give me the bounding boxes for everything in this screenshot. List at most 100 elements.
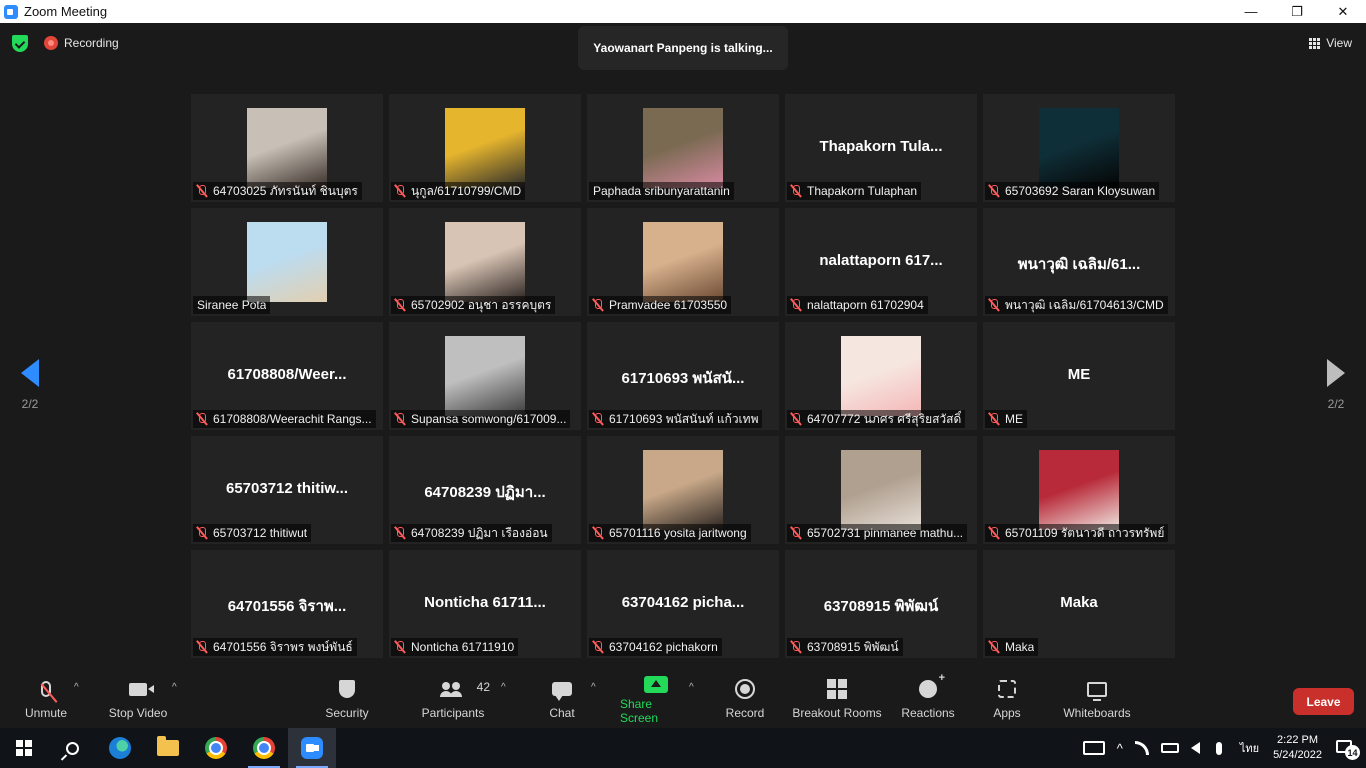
share-options-chevron-icon[interactable]: ^ [689,682,694,693]
microphone-tray-icon[interactable] [1215,741,1222,755]
participants-options-chevron-icon[interactable]: ^ [501,682,506,693]
participant-name: 64708239 ปฏิมา เรืองอ่อน [411,525,548,540]
participant-name-label: nalattaporn 61702904 [787,296,928,314]
participant-tile[interactable]: นุกูล/61710799/CMD [389,94,581,202]
participant-tile[interactable]: ME ME [983,322,1175,430]
participant-display-name: nalattaporn 617... [819,252,943,269]
share-screen-arrow-icon [644,676,668,693]
taskbar-file-explorer[interactable] [144,728,192,768]
record-button[interactable]: Record [724,676,766,724]
participant-tile[interactable]: 65703692 Saran Kloysuwan [983,94,1175,202]
chat-button[interactable]: Chat [546,676,578,724]
windows-taskbar: ^ ไทย 2:22 PM 5/24/2022 14 [0,728,1366,768]
participant-tile[interactable]: 64701556 จิราพ... 64701556 จิราพร พงษ์พัน… [191,550,383,658]
participant-tile[interactable]: Nonticha 61711... Nonticha 61711910 [389,550,581,658]
participant-tile[interactable]: 64703025 ภัทรนันท์ ชินบุตร [191,94,383,202]
participant-tile[interactable]: nalattaporn 617... nalattaporn 61702904 [785,208,977,316]
participant-tile[interactable]: พนาวุฒิ เฉลิม/61... พนาวุฒิ เฉลิม/6170461… [983,208,1175,316]
show-hidden-icons-chevron-icon[interactable]: ^ [1117,741,1123,756]
participants-count: 42 [476,680,490,694]
participant-name: 65701116 yosita jaritwong [609,526,747,540]
arrow-right-icon [1327,359,1345,387]
participant-tile[interactable]: 64707772 นภศร ศรีสุริยสวัสดิ์ [785,322,977,430]
stop-video-button[interactable]: Stop Video [106,676,170,724]
participant-name-label: พนาวุฒิ เฉลิม/61704613/CMD [985,296,1168,314]
taskbar-edge[interactable] [96,728,144,768]
participants-button[interactable]: 42 Participants [420,676,490,724]
participant-tile[interactable]: 63708915 พิพัฒน์ 63708915 พิพัฒน์ [785,550,977,658]
reactions-button[interactable]: Reactions [901,672,955,724]
participant-tile[interactable]: Paphada sribunyarattanin [587,94,779,202]
participant-tile[interactable]: 65701116 yosita jaritwong [587,436,779,544]
participant-name: Maka [1005,640,1035,654]
participant-name: 63708915 พิพัฒน์ [807,639,899,654]
participant-name-label: 61708808/Weerachit Rangs... [193,410,376,428]
share-screen-button[interactable]: Share Screen [620,676,692,725]
keyboard-icon[interactable] [1082,741,1105,755]
battery-icon[interactable] [1160,743,1179,753]
participants-label: Participants [421,706,485,720]
speaker-icon[interactable] [1190,742,1200,754]
muted-microphone-icon [195,412,209,426]
whiteboard-icon [1087,681,1107,701]
clock-date: 5/24/2022 [1273,749,1322,761]
participant-tile[interactable]: 61708808/Weer... 61708808/Weerachit Rangs… [191,322,383,430]
participant-tile[interactable]: 64708239 ปฏิมา... 64708239 ปฏิมา เรืองอ่อ… [389,436,581,544]
participant-display-name: 61710693 พนัสนั... [621,370,745,387]
participant-tile[interactable]: 63704162 picha... 63704162 pichakorn [587,550,779,658]
chat-options-chevron-icon[interactable]: ^ [591,682,596,693]
clock[interactable]: 2:22 PM 5/24/2022 [1273,733,1322,763]
participant-name: nalattaporn 61702904 [807,298,924,312]
whiteboards-button[interactable]: Whiteboards [1061,676,1133,724]
clock-time: 2:22 PM [1277,734,1319,746]
recording-indicator[interactable]: Recording [44,36,119,50]
participant-name: Pramvadee 61703550 [609,298,728,312]
participant-tile[interactable]: 65702902 อนุชา อรรคบุตร [389,208,581,316]
participant-tile[interactable]: 65701109 รัตนาวดี ถาวรทรัพย์ [983,436,1175,544]
taskbar-chrome-profile[interactable] [240,728,288,768]
start-button[interactable] [0,728,48,768]
previous-page-button[interactable]: 2/2 [10,359,50,411]
video-options-chevron-icon[interactable]: ^ [172,682,177,693]
participant-tile[interactable]: Pramvadee 61703550 [587,208,779,316]
breakout-rooms-button[interactable]: Breakout Rooms [792,676,882,724]
taskbar-zoom[interactable] [288,728,336,768]
participant-name: 61708808/Weerachit Rangs... [213,412,372,426]
participant-tile[interactable]: 65703712 thitiw... 65703712 thitiwut [191,436,383,544]
audio-options-chevron-icon[interactable]: ^ [74,682,79,693]
participant-name: 65702902 อนุชา อรรคบุตร [411,297,552,312]
muted-microphone-icon [393,526,407,540]
participant-tile[interactable]: 61710693 พนัสนั... 61710693 พนัสนันท์ แก้… [587,322,779,430]
participant-tile[interactable]: Thapakorn Tula... Thapakorn Tulaphan [785,94,977,202]
participant-name: Supansa somwong/617009... [411,412,567,426]
muted-microphone-icon [987,184,1001,198]
participant-tile[interactable]: Siranee Pota [191,208,383,316]
security-button[interactable]: Security [322,676,372,724]
apps-icon [998,680,1016,698]
muted-microphone-icon [591,526,605,540]
apps-label: Apps [993,706,1021,720]
participant-tile[interactable]: Maka Maka [983,550,1175,658]
participant-name: 61710693 พนัสนันท์ แก้วเทพ [609,411,759,426]
view-button[interactable]: View [1309,36,1352,50]
participant-video-thumbnail [1039,108,1119,188]
input-language[interactable]: ไทย [1240,739,1259,757]
close-button[interactable]: ✕ [1320,0,1366,23]
window-title: Zoom Meeting [24,4,108,19]
taskbar-search-button[interactable] [48,728,96,768]
wifi-icon[interactable] [1134,741,1149,755]
next-page-button[interactable]: 2/2 [1316,359,1356,411]
maximize-button[interactable]: ❐ [1274,0,1320,23]
participant-display-name: Nonticha 61711... [424,594,546,611]
taskbar-chrome[interactable] [192,728,240,768]
arrow-left-icon [21,359,39,387]
encryption-shield-icon[interactable] [12,35,28,52]
minimize-button[interactable]: — [1228,0,1274,23]
leave-button[interactable]: Leave [1293,688,1354,715]
apps-button[interactable]: Apps [991,676,1023,724]
notification-center-button[interactable]: 14 [1334,736,1360,760]
muted-microphone-icon [987,640,1001,654]
participant-tile[interactable]: 65702731 pinmanee mathu... [785,436,977,544]
participant-tile[interactable]: Supansa somwong/617009... [389,322,581,430]
unmute-button[interactable]: Unmute [22,676,70,724]
